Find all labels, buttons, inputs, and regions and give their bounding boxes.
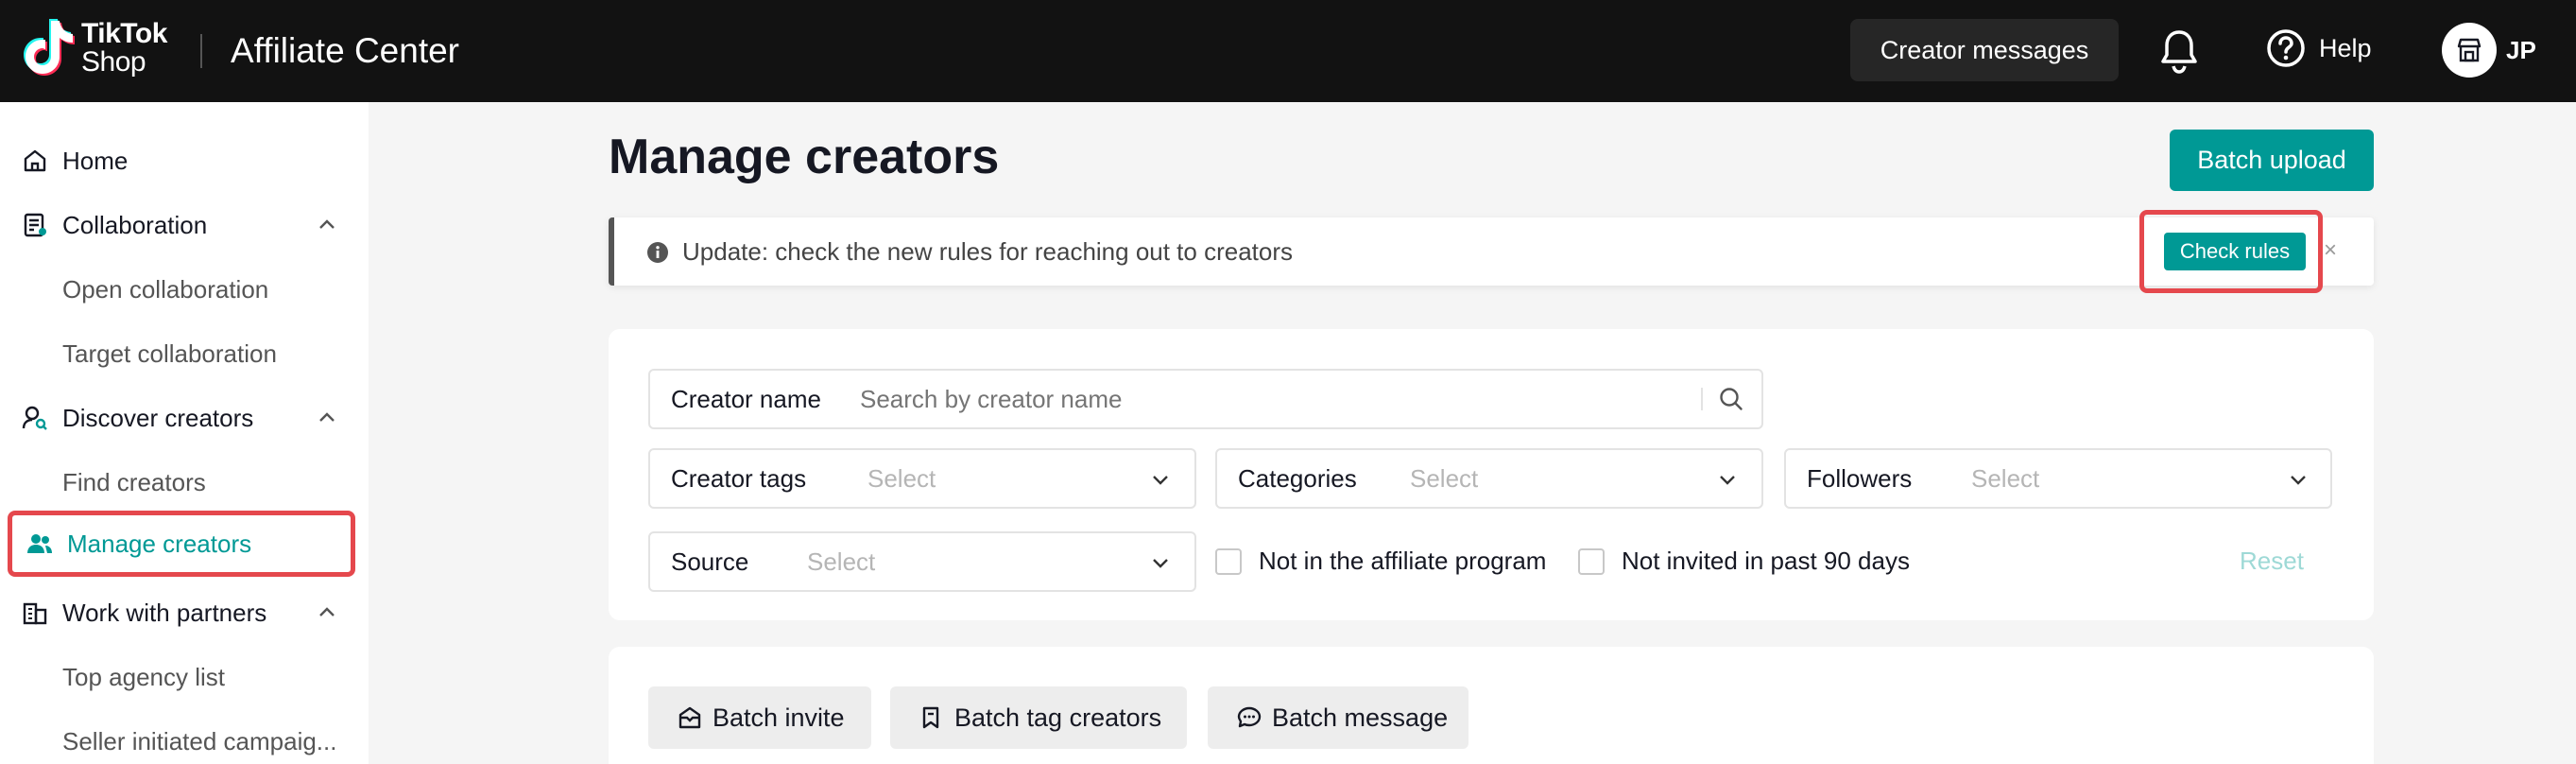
not-invited-checkbox-row[interactable]: Not invited in past 90 days <box>1578 547 1910 576</box>
categories-select[interactable]: Categories Select <box>1215 448 1763 509</box>
help-label: Help <box>2319 33 2372 62</box>
sidebar-item-top-agency-list[interactable]: Top agency list <box>0 645 369 709</box>
notifications-bell-icon[interactable] <box>2156 26 2202 76</box>
source-select[interactable]: Source Select <box>648 531 1196 592</box>
notice-banner: Update: check the new rules for reaching… <box>609 217 2374 286</box>
sidebar-item-label: Work with partners <box>62 598 267 627</box>
batch-message-button[interactable]: Batch message <box>1208 686 1468 749</box>
collaboration-icon <box>24 213 46 237</box>
sidebar-item-collaboration[interactable]: Collaboration <box>0 193 369 257</box>
batch-tag-label: Batch tag creators <box>954 703 1162 732</box>
sidebar-item-label: Collaboration <box>62 210 208 239</box>
creator-tags-value: Select <box>867 464 936 493</box>
batch-invite-button[interactable]: Batch invite <box>648 686 871 749</box>
sidebar-item-label: Home <box>62 146 129 175</box>
not-in-affiliate-checkbox[interactable] <box>1215 547 1242 575</box>
partners-icon <box>23 602 47 625</box>
batch-tag-creators-button[interactable]: Batch tag creators <box>890 686 1187 749</box>
sidebar-item-open-collaboration[interactable]: Open collaboration <box>0 257 369 321</box>
not-invited-label: Not invited in past 90 days <box>1622 547 1910 575</box>
sidebar-item-label: Discover creators <box>62 403 254 432</box>
notice-message: Update: check the new rules for reaching… <box>682 237 1294 266</box>
not-invited-checkbox[interactable] <box>1578 547 1605 575</box>
account-menu[interactable]: JP <box>2442 23 2536 78</box>
invite-icon <box>678 706 701 729</box>
chevron-down-icon <box>1720 476 1735 485</box>
avatar <box>2442 23 2497 78</box>
creator-messages-button[interactable]: Creator messages <box>1850 19 2119 81</box>
page-title: Manage creators <box>609 130 1000 184</box>
chevron-up-icon <box>319 219 335 229</box>
sidebar-item-target-collaboration[interactable]: Target collaboration <box>0 321 369 386</box>
creator-name-search-field[interactable]: Creator name <box>648 369 1763 429</box>
close-icon[interactable]: × <box>2319 239 2342 262</box>
tag-icon <box>922 706 939 729</box>
sidebar-item-manage-creators[interactable]: Manage creators <box>8 511 355 577</box>
logo-line2: Shop <box>81 46 146 78</box>
home-icon <box>24 149 46 172</box>
sidebar-item-label: Seller initiated campaig... <box>62 726 337 755</box>
info-icon <box>647 242 668 263</box>
sidebar-item-label: Find creators <box>62 467 206 496</box>
batch-invite-label: Batch invite <box>713 703 845 732</box>
actions-panel <box>609 647 2374 764</box>
not-in-affiliate-checkbox-row[interactable]: Not in the affiliate program <box>1215 547 1546 576</box>
creator-name-label: Creator name <box>671 385 821 413</box>
store-icon <box>2457 38 2482 62</box>
sidebar-item-label: Target collaboration <box>62 339 277 368</box>
search-divider <box>1701 388 1703 410</box>
logo-wordmark: TikTok Shop <box>81 20 167 77</box>
chevron-down-icon <box>1153 476 1168 485</box>
reset-button[interactable]: Reset <box>2240 547 2304 576</box>
source-label: Source <box>671 547 749 576</box>
message-icon <box>1237 706 1262 728</box>
check-rules-button[interactable]: Check rules <box>2164 233 2306 270</box>
source-value: Select <box>807 547 876 576</box>
sidebar-item-home[interactable]: Home <box>0 129 369 193</box>
followers-label: Followers <box>1807 464 1913 493</box>
help-icon <box>2267 29 2305 67</box>
sidebar: Home Collaboration Open collaboration Ta… <box>0 102 369 764</box>
sidebar-item-work-with-partners[interactable]: Work with partners <box>0 581 369 645</box>
batch-upload-button[interactable]: Batch upload <box>2170 130 2374 191</box>
tiktok-logo-icon <box>24 19 75 76</box>
chevron-up-icon <box>319 607 335 616</box>
top-bar: TikTok Shop Affiliate Center Creator mes… <box>0 0 2576 102</box>
discover-icon <box>22 406 47 430</box>
followers-value: Select <box>1971 464 2040 493</box>
categories-value: Select <box>1410 464 1479 493</box>
batch-message-label: Batch message <box>1272 703 1449 732</box>
header-divider <box>200 34 202 68</box>
sidebar-item-find-creators[interactable]: Find creators <box>0 450 369 514</box>
tiktok-shop-logo[interactable]: TikTok Shop <box>19 15 167 81</box>
sidebar-item-discover-creators[interactable]: Discover creators <box>0 386 369 450</box>
sidebar-item-seller-initiated-campaigns[interactable]: Seller initiated campaig... <box>0 709 369 764</box>
app-title: Affiliate Center <box>231 31 459 70</box>
chevron-down-icon <box>1153 559 1168 568</box>
not-in-affiliate-label: Not in the affiliate program <box>1259 547 1547 575</box>
chevron-up-icon <box>319 412 335 422</box>
creator-name-input[interactable] <box>860 380 1673 418</box>
user-initials: JP <box>2506 35 2536 64</box>
followers-select[interactable]: Followers Select <box>1784 448 2332 509</box>
search-icon[interactable] <box>1718 386 1744 412</box>
categories-label: Categories <box>1238 464 1357 493</box>
creator-tags-select[interactable]: Creator tags Select <box>648 448 1196 509</box>
sidebar-item-label: Open collaboration <box>62 274 269 304</box>
chevron-down-icon <box>2291 476 2306 485</box>
sidebar-item-label: Manage creators <box>67 529 252 558</box>
creator-tags-label: Creator tags <box>671 464 807 493</box>
help-link[interactable]: Help <box>2266 28 2372 68</box>
users-icon <box>27 534 52 553</box>
sidebar-item-label: Top agency list <box>62 662 225 691</box>
logo-line1: TikTok <box>81 18 167 49</box>
